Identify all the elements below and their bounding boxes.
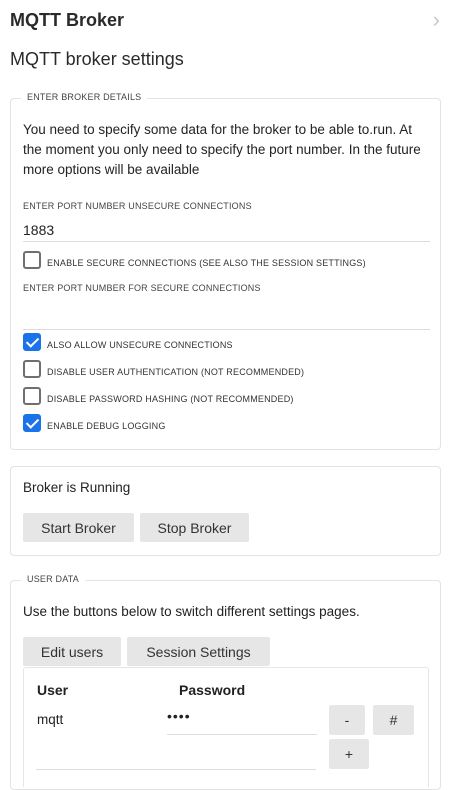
chevron-right-icon[interactable]: › — [433, 9, 440, 31]
disable-auth-row[interactable]: DISABLE USER AUTHENTICATION (NOT RECOMME… — [23, 360, 433, 380]
broker-details-panel: ENTER BROKER DETAILS You need to specify… — [10, 92, 441, 450]
user-column-header: User — [37, 682, 69, 698]
debug-logging-row[interactable]: ENABLE DEBUG LOGGING — [23, 414, 433, 434]
page-subtitle: MQTT broker settings — [10, 49, 184, 69]
broker-status-panel: Broker is Running Start Broker Stop Brok… — [10, 466, 441, 556]
disable-hashing-row[interactable]: DISABLE PASSWORD HASHING (NOT RECOMMENDE… — [23, 387, 433, 407]
disable-hashing-label: DISABLE PASSWORD HASHING (NOT RECOMMENDE… — [47, 394, 294, 404]
enable-secure-label: ENABLE SECURE CONNECTIONS (SEE ALSO THE … — [47, 258, 366, 268]
remove-user-button[interactable]: - — [329, 705, 365, 735]
allow-unsecure-row[interactable]: ALSO ALLOW UNSECURE CONNECTIONS — [23, 333, 433, 353]
app-header: MQTT Broker › — [10, 9, 440, 35]
debug-logging-checkbox[interactable] — [23, 414, 41, 432]
disable-auth-checkbox[interactable] — [23, 360, 41, 378]
port-unsecure-label: ENTER PORT NUMBER UNSECURE CONNECTIONS — [23, 201, 252, 211]
new-user-input-line[interactable] — [36, 769, 316, 770]
start-broker-button[interactable]: Start Broker — [23, 513, 134, 542]
debug-logging-label: ENABLE DEBUG LOGGING — [47, 421, 166, 431]
add-user-button[interactable]: + — [329, 739, 369, 769]
user-data-legend: USER DATA — [21, 574, 85, 584]
port-secure-label: ENTER PORT NUMBER FOR SECURE CONNECTIONS — [23, 283, 261, 293]
allow-unsecure-label: ALSO ALLOW UNSECURE CONNECTIONS — [47, 340, 233, 350]
enable-secure-checkbox[interactable] — [23, 251, 41, 269]
app-title: MQTT Broker — [10, 10, 125, 30]
session-settings-button[interactable]: Session Settings — [127, 637, 270, 666]
broker-details-legend: ENTER BROKER DETAILS — [21, 92, 148, 102]
edit-users-button[interactable]: Edit users — [23, 637, 121, 666]
allow-unsecure-checkbox[interactable] — [23, 333, 41, 351]
user-cell: mqtt — [37, 712, 64, 727]
disable-auth-label: DISABLE USER AUTHENTICATION (NOT RECOMME… — [47, 367, 305, 377]
broker-status-text: Broker is Running — [23, 480, 131, 495]
user-data-intro: Use the buttons below to switch differen… — [23, 604, 360, 619]
hash-password-button[interactable]: # — [373, 705, 414, 735]
password-column-header: Password — [179, 682, 246, 698]
enable-secure-row[interactable]: ENABLE SECURE CONNECTIONS (SEE ALSO THE … — [23, 251, 433, 271]
password-field[interactable]: •••• — [167, 708, 317, 735]
stop-broker-button[interactable]: Stop Broker — [140, 513, 249, 542]
disable-hashing-checkbox[interactable] — [23, 387, 41, 405]
broker-details-intro: You need to specify some data for the br… — [23, 122, 421, 177]
port-unsecure-input[interactable] — [23, 218, 430, 242]
user-data-panel: USER DATA Use the buttons below to switc… — [10, 574, 441, 790]
port-secure-input[interactable] — [23, 306, 430, 330]
users-table: User Password mqtt •••• - # + — [23, 667, 429, 787]
